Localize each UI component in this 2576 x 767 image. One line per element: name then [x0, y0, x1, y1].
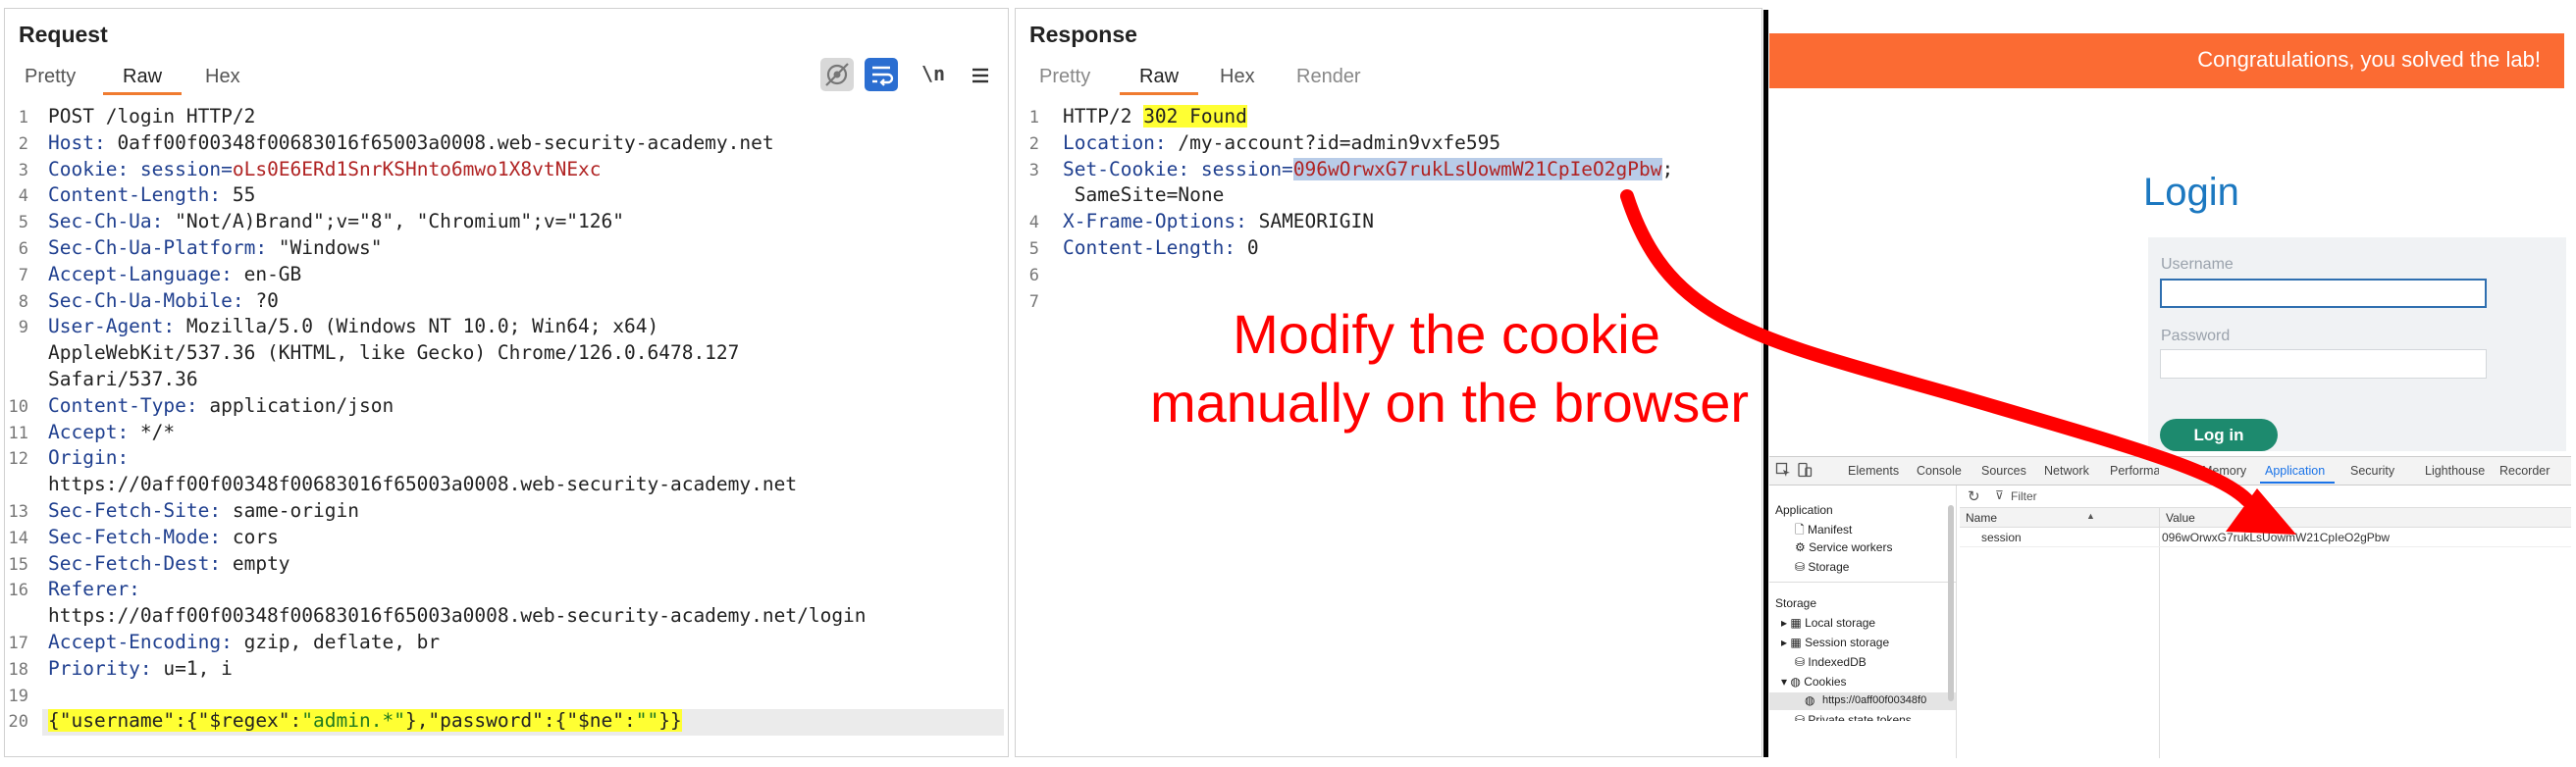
annotation-arrow [1620, 189, 2296, 535]
